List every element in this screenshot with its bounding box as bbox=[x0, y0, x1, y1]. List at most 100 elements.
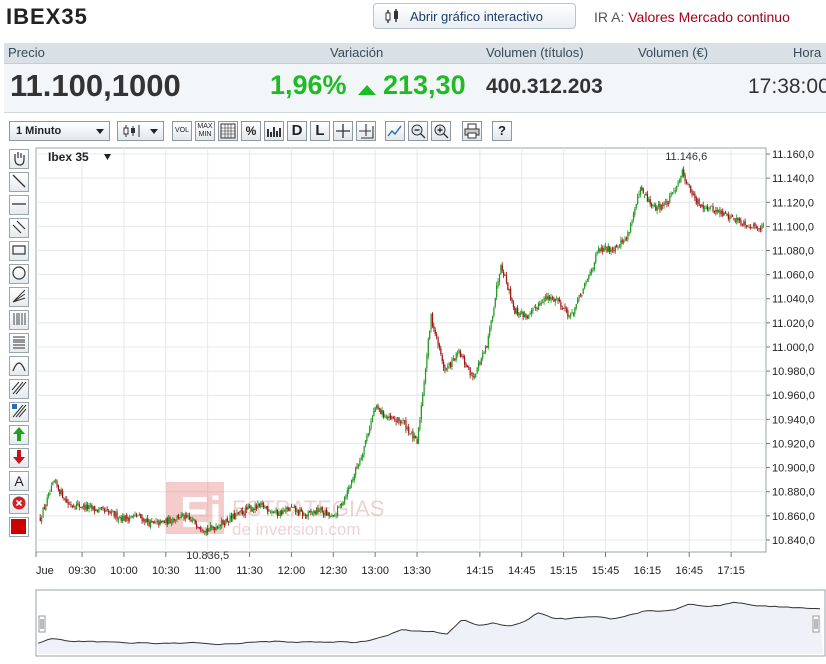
candle-body bbox=[179, 517, 181, 518]
candle-body bbox=[59, 489, 61, 494]
candle-body bbox=[581, 294, 583, 297]
x-tick-label: 14:15 bbox=[466, 565, 494, 577]
candle-body bbox=[547, 295, 549, 300]
candle-body bbox=[680, 175, 682, 182]
candle-body bbox=[496, 285, 498, 298]
candle-body bbox=[681, 169, 683, 177]
candle-body bbox=[600, 246, 602, 252]
x-tick-label: 13:00 bbox=[361, 565, 389, 577]
candle-body bbox=[571, 312, 573, 313]
candle-body bbox=[403, 420, 406, 422]
candle-body bbox=[376, 405, 378, 408]
candle-body bbox=[607, 245, 609, 252]
candle-body bbox=[320, 507, 322, 511]
candle-body bbox=[554, 298, 556, 303]
candle-body bbox=[695, 197, 697, 204]
candle-body bbox=[134, 514, 136, 516]
candle-body bbox=[567, 310, 569, 317]
candle-body bbox=[162, 521, 164, 522]
candle-body bbox=[307, 511, 309, 517]
candle-body bbox=[272, 511, 274, 513]
candle-body bbox=[660, 204, 663, 211]
x-tick-label: 09:30 bbox=[68, 565, 96, 577]
candle-body bbox=[498, 274, 501, 283]
candle-body bbox=[261, 503, 263, 505]
candle-body bbox=[631, 220, 633, 224]
candle-body bbox=[451, 359, 453, 367]
candle-body bbox=[205, 529, 207, 533]
candle-body bbox=[242, 510, 244, 515]
candle-body bbox=[665, 201, 667, 203]
candle-body bbox=[352, 478, 354, 482]
candle-body bbox=[113, 510, 115, 517]
candle-body bbox=[345, 497, 347, 499]
candle-body bbox=[589, 271, 591, 276]
candle-body bbox=[64, 498, 67, 501]
candle-body bbox=[480, 358, 482, 365]
candle-body bbox=[225, 519, 227, 525]
candle-body bbox=[438, 344, 441, 348]
candle-body bbox=[233, 513, 235, 519]
y-tick-label: 11.080,0 bbox=[772, 246, 814, 258]
session-low-label: 10.836,5 bbox=[186, 550, 229, 562]
candle-body bbox=[441, 355, 443, 361]
candle-body bbox=[279, 510, 281, 516]
price-chart[interactable]: 10.840,0 10.860,0 10.880,0 10.900,0 10.920,0… bbox=[0, 0, 826, 664]
candle-body bbox=[374, 407, 376, 412]
candle-body bbox=[503, 271, 505, 276]
candle-body bbox=[202, 530, 205, 532]
candle-body bbox=[156, 520, 159, 523]
candle-body bbox=[621, 240, 623, 243]
candle-body bbox=[95, 509, 97, 512]
candle-body bbox=[635, 203, 637, 209]
candle-body bbox=[514, 307, 516, 314]
x-tick-label: 10:00 bbox=[110, 565, 138, 577]
candle-body bbox=[232, 514, 234, 519]
candle-body bbox=[247, 506, 249, 510]
candle-body bbox=[324, 510, 326, 516]
candle-body bbox=[616, 245, 618, 248]
candle-body bbox=[356, 466, 358, 468]
candle-body bbox=[275, 509, 277, 513]
candle-body bbox=[67, 502, 69, 505]
candle-body bbox=[221, 519, 223, 526]
candle-body bbox=[50, 485, 53, 492]
candle-body bbox=[543, 298, 545, 302]
candle-body bbox=[602, 247, 604, 252]
candle-body bbox=[229, 515, 231, 523]
candle-body bbox=[53, 480, 55, 483]
candle-body bbox=[416, 438, 418, 444]
candle-body bbox=[497, 281, 499, 287]
y-tick-label: 11.000,0 bbox=[772, 342, 814, 354]
candle-body bbox=[613, 250, 615, 252]
candle-body bbox=[526, 316, 529, 319]
instrument-selector[interactable]: Ibex 35 bbox=[48, 150, 89, 164]
candle-body bbox=[332, 515, 335, 516]
candle-body bbox=[410, 431, 413, 433]
candle-body bbox=[582, 288, 584, 294]
candle-body bbox=[240, 510, 242, 512]
candle-body bbox=[109, 511, 111, 514]
candle-body bbox=[120, 517, 122, 521]
candle-body bbox=[295, 506, 297, 512]
candle-body bbox=[285, 508, 287, 512]
candle-body bbox=[129, 518, 131, 521]
candle-body bbox=[651, 203, 653, 206]
candle-body bbox=[450, 362, 452, 367]
candle-body bbox=[688, 184, 690, 186]
candle-body bbox=[676, 186, 678, 190]
candle-body bbox=[747, 226, 749, 228]
candle-body bbox=[292, 506, 294, 508]
candle-body bbox=[130, 516, 132, 519]
candle-body bbox=[321, 507, 323, 513]
candle-body bbox=[433, 325, 435, 329]
candle-body bbox=[718, 209, 720, 213]
candle-body bbox=[209, 525, 212, 530]
candle-body bbox=[521, 311, 523, 314]
candle-body bbox=[634, 208, 636, 215]
candle-body bbox=[445, 368, 448, 371]
candle-body bbox=[387, 416, 389, 418]
candle-body bbox=[158, 521, 160, 526]
candle-body bbox=[705, 206, 707, 209]
candle-body bbox=[490, 320, 492, 329]
